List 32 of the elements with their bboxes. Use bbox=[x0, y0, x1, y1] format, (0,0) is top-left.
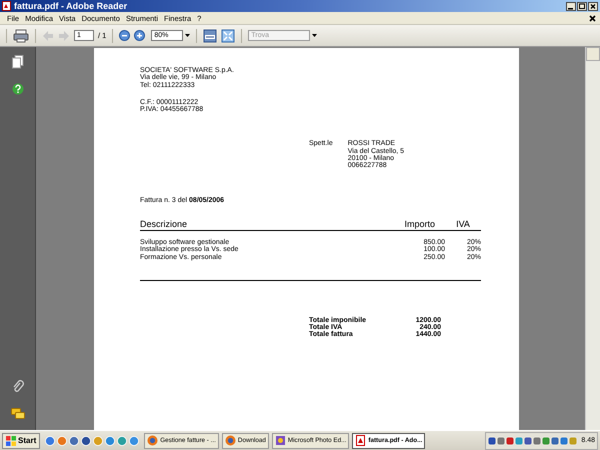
start-button[interactable]: Start bbox=[2, 432, 40, 448]
quick-launch-icon[interactable] bbox=[129, 436, 140, 446]
quick-launch-icon[interactable] bbox=[81, 436, 92, 446]
help-icon[interactable] bbox=[12, 83, 24, 95]
printer-icon[interactable] bbox=[13, 28, 29, 42]
quick-launch-icon[interactable] bbox=[69, 436, 80, 446]
close-icon[interactable] bbox=[589, 14, 596, 22]
zoom-in-icon[interactable] bbox=[134, 30, 146, 41]
paperclip-icon[interactable] bbox=[12, 380, 24, 394]
column-header: Importo bbox=[403, 218, 435, 229]
photo-editor-icon bbox=[274, 435, 286, 446]
minimize-button[interactable] bbox=[566, 2, 576, 10]
quick-launch-icon[interactable] bbox=[45, 436, 56, 446]
pages-icon[interactable] bbox=[12, 55, 24, 69]
window-title: fattura.pdf - Adobe Reader bbox=[14, 1, 128, 11]
pdf-file-icon bbox=[2, 1, 11, 11]
fit-page-icon[interactable] bbox=[221, 28, 236, 42]
comments-icon[interactable] bbox=[10, 408, 24, 420]
zoom-out-icon[interactable] bbox=[119, 30, 130, 41]
column-header: Descrizione bbox=[140, 218, 188, 229]
quick-launch-icon[interactable] bbox=[105, 436, 116, 446]
dropdown-arrow-icon[interactable] bbox=[185, 34, 190, 37]
browser-icon bbox=[224, 435, 236, 446]
scrollbar[interactable] bbox=[585, 47, 600, 430]
windows-logo-icon bbox=[6, 436, 16, 446]
dropdown-arrow-icon[interactable] bbox=[312, 34, 318, 37]
browser-icon bbox=[147, 435, 158, 446]
maximize-button[interactable] bbox=[577, 2, 587, 10]
pdf-file-icon bbox=[355, 435, 366, 446]
fit-width-icon[interactable] bbox=[203, 28, 218, 42]
close-button[interactable] bbox=[588, 2, 598, 10]
column-header: IVA bbox=[455, 218, 471, 229]
